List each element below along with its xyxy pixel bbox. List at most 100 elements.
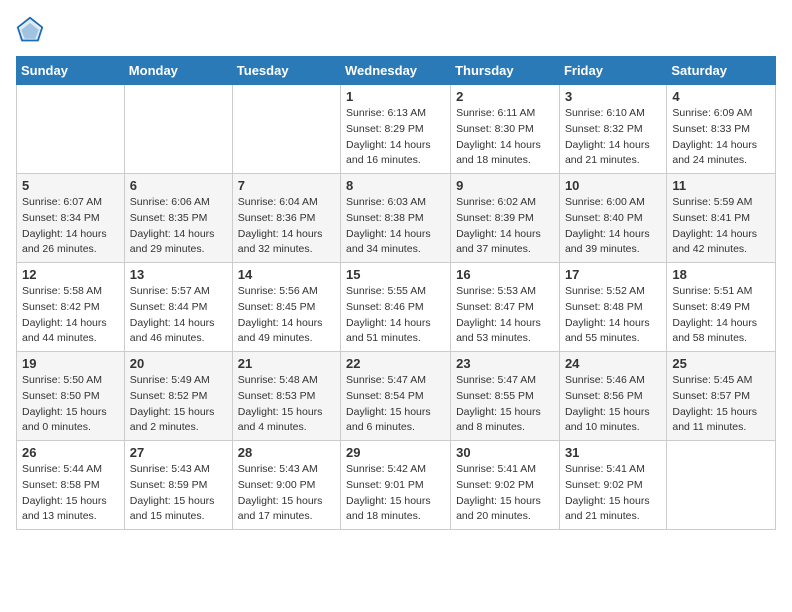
- day-number: 3: [565, 89, 661, 104]
- day-info: Sunrise: 5:46 AMSunset: 8:56 PMDaylight:…: [565, 373, 661, 436]
- calendar-cell: 6 Sunrise: 6:06 AMSunset: 8:35 PMDaylight…: [124, 174, 232, 263]
- day-number: 11: [672, 178, 770, 193]
- day-info: Sunrise: 5:50 AMSunset: 8:50 PMDaylight:…: [22, 373, 119, 436]
- day-of-week-header: Monday: [124, 57, 232, 85]
- day-number: 27: [130, 445, 227, 460]
- day-number: 22: [346, 356, 445, 371]
- calendar-cell: 1Sunrise: 6:13 AMSunset: 8:29 PMDaylight…: [341, 85, 451, 174]
- calendar-cell: 4Sunrise: 6:09 AMSunset: 8:33 PMDaylight…: [667, 85, 776, 174]
- day-number: 23: [456, 356, 554, 371]
- day-number: 15: [346, 267, 445, 282]
- calendar-cell: [124, 85, 232, 174]
- day-number: 7: [238, 178, 335, 193]
- day-info: Sunrise: 5:41 AMSunset: 9:02 PMDaylight:…: [565, 462, 661, 525]
- day-number: 6: [130, 178, 227, 193]
- day-number: 30: [456, 445, 554, 460]
- calendar-cell: 27Sunrise: 5:43 AMSunset: 8:59 PMDayligh…: [124, 441, 232, 530]
- calendar-cell: 14 Sunrise: 5:56 AMSunset: 8:45 PMDayligh…: [232, 263, 340, 352]
- day-number: 28: [238, 445, 335, 460]
- calendar-week-row: 26 Sunrise: 5:44 AMSunset: 8:58 PMDayligh…: [17, 441, 776, 530]
- calendar-cell: 18 Sunrise: 5:51 AMSunset: 8:49 PMDayligh…: [667, 263, 776, 352]
- calendar-cell: 17 Sunrise: 5:52 AMSunset: 8:48 PMDayligh…: [559, 263, 666, 352]
- day-info: Sunrise: 5:41 AMSunset: 9:02 PMDaylight:…: [456, 462, 554, 525]
- calendar-cell: 30 Sunrise: 5:41 AMSunset: 9:02 PMDayligh…: [451, 441, 560, 530]
- day-info: Sunrise: 5:48 AMSunset: 8:53 PMDaylight:…: [238, 373, 335, 436]
- logo-icon: [16, 16, 44, 44]
- calendar-cell: 31 Sunrise: 5:41 AMSunset: 9:02 PMDayligh…: [559, 441, 666, 530]
- calendar-cell: 10 Sunrise: 6:00 AMSunset: 8:40 PMDayligh…: [559, 174, 666, 263]
- day-number: 13: [130, 267, 227, 282]
- day-info: Sunrise: 6:02 AMSunset: 8:39 PMDaylight:…: [456, 195, 554, 258]
- calendar-cell: 2 Sunrise: 6:11 AMSunset: 8:30 PMDaylight…: [451, 85, 560, 174]
- day-info: Sunrise: 5:56 AMSunset: 8:45 PMDaylight:…: [238, 284, 335, 347]
- calendar-table: SundayMondayTuesdayWednesdayThursdayFrid…: [16, 56, 776, 530]
- day-of-week-header: Saturday: [667, 57, 776, 85]
- day-info: Sunrise: 5:45 AMSunset: 8:57 PMDaylight:…: [672, 373, 770, 436]
- calendar-cell: 8Sunrise: 6:03 AMSunset: 8:38 PMDaylight…: [341, 174, 451, 263]
- calendar-cell: 16 Sunrise: 5:53 AMSunset: 8:47 PMDayligh…: [451, 263, 560, 352]
- calendar-cell: [17, 85, 125, 174]
- day-info: Sunrise: 6:07 AMSunset: 8:34 PMDaylight:…: [22, 195, 119, 258]
- calendar-week-row: 1Sunrise: 6:13 AMSunset: 8:29 PMDaylight…: [17, 85, 776, 174]
- day-info: Sunrise: 5:55 AMSunset: 8:46 PMDaylight:…: [346, 284, 445, 347]
- day-number: 20: [130, 356, 227, 371]
- calendar-cell: 3 Sunrise: 6:10 AMSunset: 8:32 PMDaylight…: [559, 85, 666, 174]
- day-of-week-header: Thursday: [451, 57, 560, 85]
- day-info: Sunrise: 5:59 AMSunset: 8:41 PMDaylight:…: [672, 195, 770, 258]
- day-info: Sunrise: 5:49 AMSunset: 8:52 PMDaylight:…: [130, 373, 227, 436]
- day-info: Sunrise: 5:47 AMSunset: 8:55 PMDaylight:…: [456, 373, 554, 436]
- calendar-cell: 23 Sunrise: 5:47 AMSunset: 8:55 PMDayligh…: [451, 352, 560, 441]
- day-number: 8: [346, 178, 445, 193]
- calendar-cell: 24 Sunrise: 5:46 AMSunset: 8:56 PMDayligh…: [559, 352, 666, 441]
- calendar-cell: 9 Sunrise: 6:02 AMSunset: 8:39 PMDaylight…: [451, 174, 560, 263]
- day-number: 19: [22, 356, 119, 371]
- day-number: 18: [672, 267, 770, 282]
- day-number: 12: [22, 267, 119, 282]
- day-number: 4: [672, 89, 770, 104]
- page-header: [16, 16, 776, 44]
- calendar-cell: [667, 441, 776, 530]
- day-number: 1: [346, 89, 445, 104]
- calendar-cell: 25 Sunrise: 5:45 AMSunset: 8:57 PMDayligh…: [667, 352, 776, 441]
- calendar-cell: 28Sunrise: 5:43 AMSunset: 9:00 PMDayligh…: [232, 441, 340, 530]
- calendar-cell: 29 Sunrise: 5:42 AMSunset: 9:01 PMDayligh…: [341, 441, 451, 530]
- day-info: Sunrise: 6:00 AMSunset: 8:40 PMDaylight:…: [565, 195, 661, 258]
- calendar-week-row: 5Sunrise: 6:07 AMSunset: 8:34 PMDaylight…: [17, 174, 776, 263]
- day-info: Sunrise: 5:47 AMSunset: 8:54 PMDaylight:…: [346, 373, 445, 436]
- day-number: 24: [565, 356, 661, 371]
- day-number: 16: [456, 267, 554, 282]
- day-number: 9: [456, 178, 554, 193]
- day-info: Sunrise: 5:52 AMSunset: 8:48 PMDaylight:…: [565, 284, 661, 347]
- day-info: Sunrise: 6:06 AMSunset: 8:35 PMDaylight:…: [130, 195, 227, 258]
- calendar-cell: 13 Sunrise: 5:57 AMSunset: 8:44 PMDayligh…: [124, 263, 232, 352]
- day-number: 31: [565, 445, 661, 460]
- calendar-week-row: 19 Sunrise: 5:50 AMSunset: 8:50 PMDayligh…: [17, 352, 776, 441]
- day-info: Sunrise: 5:53 AMSunset: 8:47 PMDaylight:…: [456, 284, 554, 347]
- day-of-week-header: Friday: [559, 57, 666, 85]
- day-number: 2: [456, 89, 554, 104]
- day-info: Sunrise: 5:57 AMSunset: 8:44 PMDaylight:…: [130, 284, 227, 347]
- day-info: Sunrise: 5:42 AMSunset: 9:01 PMDaylight:…: [346, 462, 445, 525]
- day-of-week-header: Sunday: [17, 57, 125, 85]
- calendar-cell: 7Sunrise: 6:04 AMSunset: 8:36 PMDaylight…: [232, 174, 340, 263]
- calendar-cell: [232, 85, 340, 174]
- day-number: 17: [565, 267, 661, 282]
- day-of-week-header: Wednesday: [341, 57, 451, 85]
- day-number: 25: [672, 356, 770, 371]
- day-number: 10: [565, 178, 661, 193]
- day-info: Sunrise: 5:58 AMSunset: 8:42 PMDaylight:…: [22, 284, 119, 347]
- calendar-cell: 26 Sunrise: 5:44 AMSunset: 8:58 PMDayligh…: [17, 441, 125, 530]
- day-info: Sunrise: 5:51 AMSunset: 8:49 PMDaylight:…: [672, 284, 770, 347]
- calendar-cell: 12 Sunrise: 5:58 AMSunset: 8:42 PMDayligh…: [17, 263, 125, 352]
- calendar-cell: 21 Sunrise: 5:48 AMSunset: 8:53 PMDayligh…: [232, 352, 340, 441]
- day-number: 26: [22, 445, 119, 460]
- day-number: 21: [238, 356, 335, 371]
- logo: [16, 16, 48, 44]
- day-info: Sunrise: 6:10 AMSunset: 8:32 PMDaylight:…: [565, 106, 661, 169]
- day-number: 14: [238, 267, 335, 282]
- calendar-cell: 5Sunrise: 6:07 AMSunset: 8:34 PMDaylight…: [17, 174, 125, 263]
- day-info: Sunrise: 5:44 AMSunset: 8:58 PMDaylight:…: [22, 462, 119, 525]
- day-info: Sunrise: 6:11 AMSunset: 8:30 PMDaylight:…: [456, 106, 554, 169]
- day-number: 29: [346, 445, 445, 460]
- calendar-cell: 22 Sunrise: 5:47 AMSunset: 8:54 PMDayligh…: [341, 352, 451, 441]
